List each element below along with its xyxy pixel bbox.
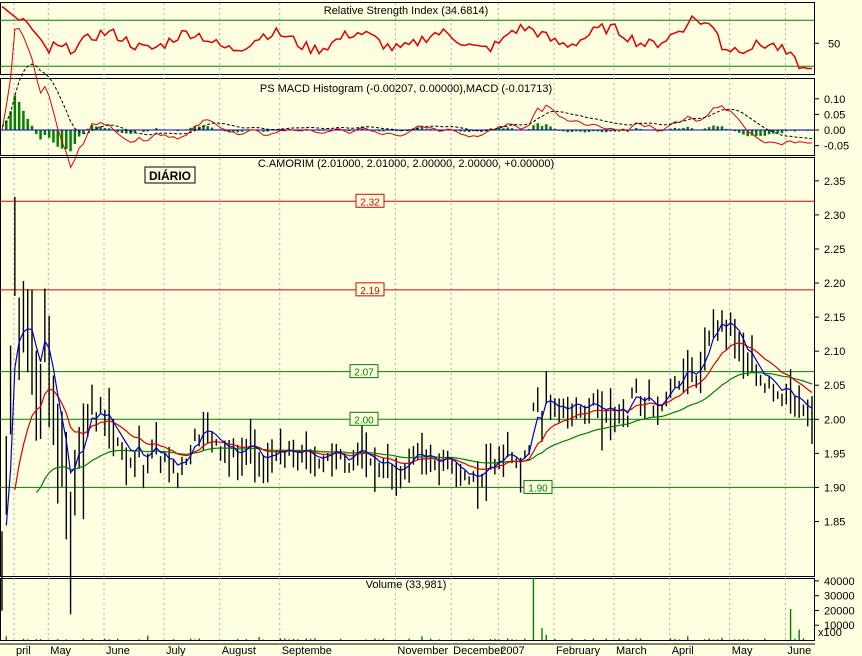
- macd-tick-label: -0.05: [824, 141, 849, 153]
- x-axis-label: Septembe: [282, 645, 332, 656]
- x-axis-label: April: [672, 645, 694, 656]
- price-tick-label: 1.95: [824, 448, 845, 460]
- price-level-label: 2.00: [354, 415, 374, 426]
- price-tick-label: 2.25: [824, 244, 845, 256]
- rsi-title: Relative Strength Index (34.6814): [324, 5, 489, 17]
- x-axis-label: November: [397, 645, 448, 656]
- x-axis-label: February: [556, 645, 601, 656]
- x-axis-label: May: [50, 645, 71, 656]
- volume-tick-label: 30000: [824, 591, 855, 603]
- x-axis-label: June: [787, 645, 811, 656]
- rsi-tick-label: 50: [828, 38, 840, 50]
- x-axis-label: December: [453, 645, 504, 656]
- x-axis-label: July: [166, 645, 186, 656]
- price-tick-label: 2.20: [824, 278, 845, 290]
- price-tick-label: 2.05: [824, 380, 845, 392]
- price-level-label: 2.07: [354, 368, 374, 379]
- macd-tick-label: 0.00: [824, 125, 845, 137]
- price-level-label: 1.90: [528, 483, 548, 494]
- timeframe-badge: DIÁRIO: [149, 168, 191, 183]
- volume-tick-label: 20000: [824, 605, 855, 617]
- price-tick-label: 2.10: [824, 346, 845, 358]
- price-tick-label: 2.35: [824, 176, 845, 188]
- macd-title: PS MACD Histogram (-0.00207, 0.00000),MA…: [260, 83, 552, 95]
- price-tick-label: 1.85: [824, 516, 845, 528]
- volume-unit-label: x100: [818, 627, 842, 639]
- macd-tick-label: 0.05: [824, 109, 845, 121]
- price-level-label: 2.19: [360, 286, 380, 297]
- price-level-label: 2.32: [360, 197, 380, 208]
- price-tick-label: 2.00: [824, 414, 845, 426]
- x-axis-label: pril: [16, 645, 31, 656]
- x-axis-label: March: [616, 645, 647, 656]
- x-axis-label: June: [106, 645, 130, 656]
- price-tick-label: 2.15: [824, 312, 845, 324]
- volume-title: Volume (33,981): [366, 579, 447, 591]
- price-title: C.AMORIM (2.01000, 2.01000, 2.00000, 2.0…: [258, 158, 554, 170]
- x-axis-label: 2007: [500, 645, 524, 656]
- chart-background: [0, 0, 862, 656]
- price-tick-label: 1.90: [824, 482, 845, 494]
- x-axis-label: May: [732, 645, 753, 656]
- stock-chart: Relative Strength Index (34.6814) 50 PS …: [0, 0, 862, 656]
- volume-tick-label: 40000: [824, 576, 855, 588]
- macd-tick-label: 0.10: [824, 94, 845, 106]
- price-tick-label: 2.30: [824, 210, 845, 222]
- x-axis-label: August: [222, 645, 256, 656]
